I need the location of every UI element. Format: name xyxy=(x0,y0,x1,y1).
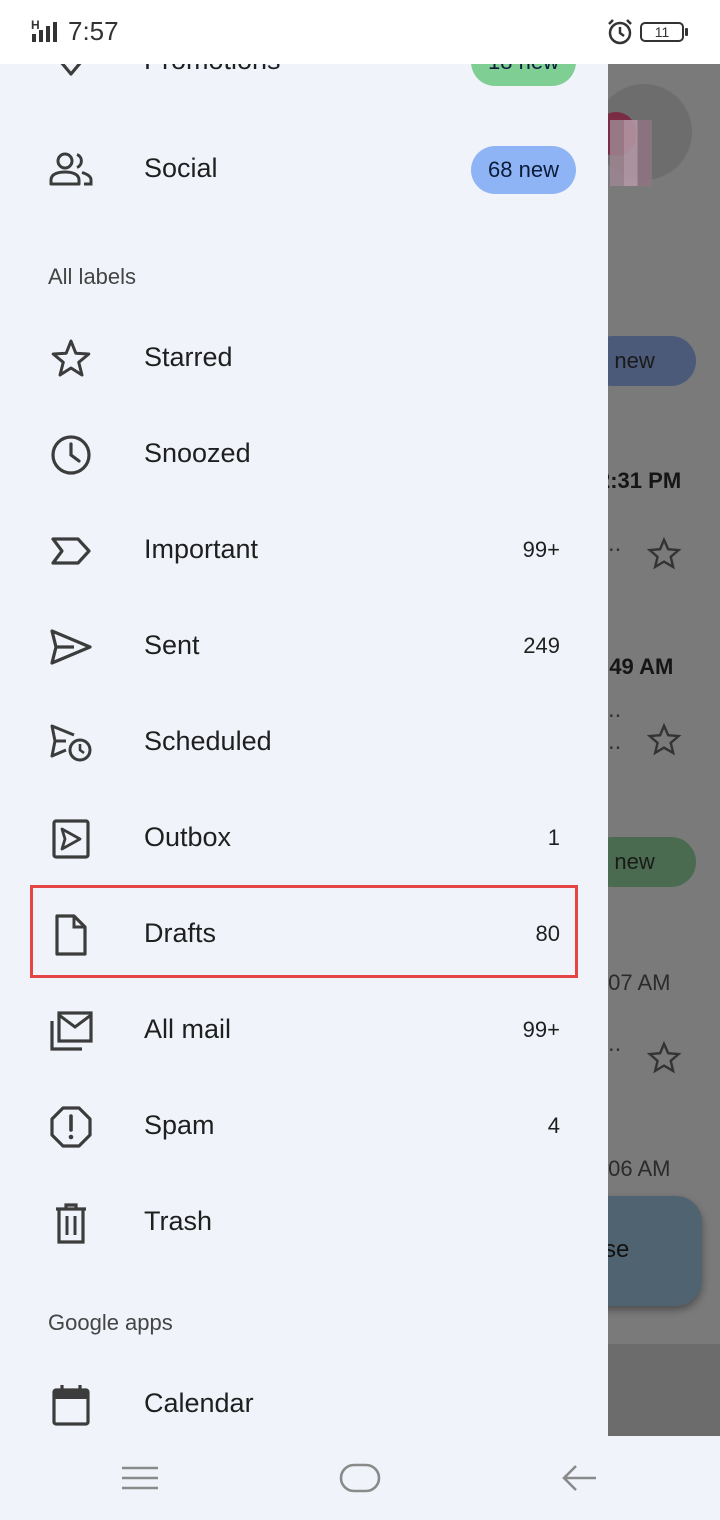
navigation-drawer: Promotions 18 new Social 68 new All labe… xyxy=(0,64,608,1436)
email-time: :49 AM xyxy=(608,654,674,679)
drawer-item-calendar[interactable]: Calendar xyxy=(0,1357,608,1436)
drawer-item-label: Snoozed xyxy=(144,438,251,468)
drawer-item-label: Calendar xyxy=(144,1388,254,1418)
inbox-background[interactable]: 8 new 2:31 PM .. :49 AM .. .. 3 new :07 … xyxy=(608,64,720,1436)
drawer-item-social[interactable]: Social 68 new xyxy=(0,122,608,218)
drawer-item-count: 4 xyxy=(547,1113,560,1138)
spam-icon xyxy=(50,1106,92,1148)
alarm-icon xyxy=(608,19,632,45)
drawer-item-count: 99+ xyxy=(522,537,560,562)
drawer-item-important[interactable]: Important 99+ xyxy=(0,503,608,599)
drawer-item-snoozed[interactable]: Snoozed xyxy=(0,407,608,503)
trash-icon xyxy=(56,1203,86,1244)
status-time: 7:57 xyxy=(68,16,119,46)
avatar-blur xyxy=(610,120,652,186)
signal-icon: H xyxy=(31,18,57,42)
snippet-ellipsis: .. xyxy=(608,728,622,755)
drawer-item-all-mail[interactable]: All mail 99+ xyxy=(0,983,608,1079)
outbox-icon xyxy=(52,819,90,859)
drawer-item-starred[interactable]: Starred xyxy=(0,311,608,407)
drawer-item-trash[interactable]: Trash xyxy=(0,1175,608,1271)
status-bar: H 7:57 11 xyxy=(0,0,720,64)
email-time: :06 AM xyxy=(608,1156,671,1181)
star-icon[interactable] xyxy=(646,722,682,758)
tag-icon xyxy=(60,64,82,76)
star-icon[interactable] xyxy=(646,536,682,572)
send-icon xyxy=(50,629,92,665)
scheduled-send-icon xyxy=(50,724,92,762)
drawer-item-spam[interactable]: Spam 4 xyxy=(0,1079,608,1175)
drawer-item-label: Starred xyxy=(144,342,233,372)
email-time: 2:31 PM xyxy=(608,468,682,493)
battery-indicator: 11 xyxy=(640,22,688,42)
section-heading-all-labels: All labels xyxy=(48,264,137,289)
star-icon[interactable] xyxy=(646,1040,682,1076)
clock-icon xyxy=(51,435,91,475)
drawer-item-outbox[interactable]: Outbox 1 xyxy=(0,791,608,887)
email-time: :07 AM xyxy=(608,970,671,995)
drawer-item-label: Trash xyxy=(144,1206,213,1236)
calendar-icon xyxy=(52,1385,90,1426)
selection-highlight xyxy=(30,885,578,978)
snippet-ellipsis: .. xyxy=(608,696,622,723)
drawer-item-count: 249 xyxy=(523,633,560,658)
new-count-badge: 8 new xyxy=(608,336,696,386)
section-heading-google-apps: Google apps xyxy=(48,1310,173,1335)
drawer-item-label: Sent xyxy=(144,630,200,660)
svg-text:H: H xyxy=(31,18,40,32)
drawer-item-label: Scheduled xyxy=(144,726,272,756)
drawer-item-label: Social xyxy=(144,153,218,183)
drawer-item-label: Important xyxy=(144,534,259,564)
drawer-item-scheduled[interactable]: Scheduled xyxy=(0,695,608,791)
new-badge: 68 new xyxy=(471,146,576,194)
star-icon xyxy=(51,339,91,377)
important-icon xyxy=(51,537,91,565)
drawer-item-label: Spam xyxy=(144,1110,215,1140)
snippet-ellipsis: .. xyxy=(608,530,622,557)
drawer-item-sent[interactable]: Sent 249 xyxy=(0,599,608,695)
snippet-ellipsis: .. xyxy=(608,1030,622,1057)
drawer-item-label: All mail xyxy=(144,1014,232,1044)
compose-button[interactable]: se xyxy=(608,1196,702,1306)
back-icon[interactable] xyxy=(550,1456,610,1500)
drawer-item-label: Outbox xyxy=(144,822,232,852)
all-mail-icon xyxy=(50,1011,93,1051)
drawer-item-count: 1 xyxy=(547,825,560,850)
drawer-item-label: Promotions xyxy=(144,64,281,76)
account-avatar-button[interactable] xyxy=(608,84,692,186)
drawer-item-promotions[interactable]: Promotions 18 new xyxy=(0,64,608,110)
drawer-item-count: 99+ xyxy=(522,1017,560,1042)
background-bottom-bar xyxy=(608,1344,720,1436)
home-icon[interactable] xyxy=(330,1456,390,1500)
people-icon xyxy=(49,152,93,186)
new-badge: 18 new xyxy=(471,64,576,86)
new-count-badge: 3 new xyxy=(608,837,696,887)
menu-icon[interactable] xyxy=(110,1456,170,1500)
system-nav-bar xyxy=(0,1436,720,1520)
